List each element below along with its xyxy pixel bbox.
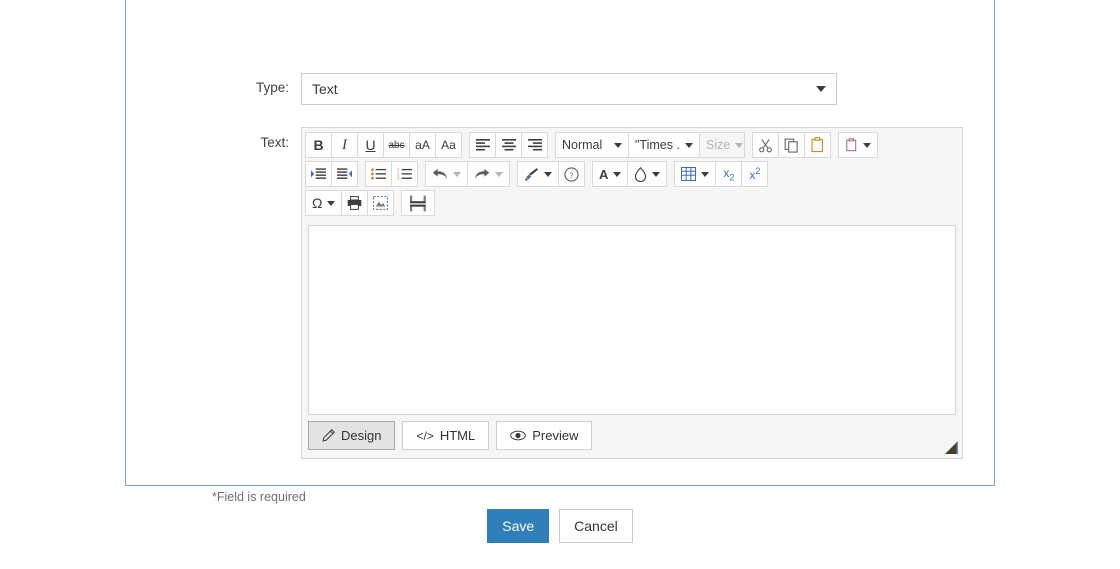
text-editing-area[interactable] — [308, 225, 956, 415]
toolbar-row-2: 123 ? A x2 x2 — [305, 161, 959, 187]
tab-preview[interactable]: Preview — [496, 421, 593, 450]
copy-button[interactable] — [778, 132, 805, 158]
format-painter-button[interactable] — [517, 161, 559, 187]
caret-down-icon — [735, 142, 744, 148]
superscript-button[interactable]: x2 — [741, 161, 769, 187]
caret-down-icon — [613, 171, 622, 177]
clipboard-group — [752, 132, 831, 158]
font-color-button[interactable]: A — [592, 161, 629, 187]
grow-font-button[interactable]: aA — [409, 132, 436, 158]
cut-button[interactable] — [752, 132, 779, 158]
help-button[interactable]: ? — [558, 161, 585, 187]
print-button[interactable] — [341, 190, 369, 216]
undo-button[interactable] — [425, 161, 468, 187]
paste-options-button[interactable] — [838, 132, 878, 158]
bulleted-list-button[interactable] — [365, 161, 392, 187]
caret-down-icon — [453, 171, 461, 177]
color-group: A — [592, 161, 668, 187]
list-group: 123 — [365, 161, 418, 187]
paste-button[interactable] — [804, 132, 831, 158]
add-edit-text-panel: Type: Text Text: B I U abc aA Aa Normal … — [125, 0, 995, 486]
paragraph-format-value: Normal — [562, 138, 603, 152]
align-left-button[interactable] — [469, 132, 496, 158]
highlight-color-button[interactable] — [627, 161, 668, 187]
indent-button[interactable] — [305, 161, 332, 187]
font-family-select[interactable]: "Times ... — [628, 132, 700, 158]
italic-button[interactable]: I — [331, 132, 358, 158]
svg-text:3: 3 — [397, 176, 400, 180]
alignment-group — [469, 132, 548, 158]
page-break-group — [401, 190, 436, 216]
align-right-button[interactable] — [521, 132, 548, 158]
editor-mode-tabs: Design </> HTML Preview — [302, 415, 962, 458]
editor-toolbar: B I U abc aA Aa Normal "Times . Size 1 2… — [302, 128, 962, 221]
type-row: Type: Text — [126, 73, 994, 105]
caret-down-icon — [652, 171, 661, 177]
underline-button[interactable]: U — [357, 132, 384, 158]
panel-body: Type: Text Text: B I U abc aA Aa Normal … — [126, 45, 994, 485]
font-family-value: "Times ... — [635, 138, 680, 152]
rich-text-editor: B I U abc aA Aa Normal "Times . Size 1 2… — [301, 127, 963, 459]
tab-html[interactable]: </> HTML — [402, 421, 490, 450]
tab-design[interactable]: Design — [308, 421, 396, 450]
text-label: Text: — [260, 135, 289, 150]
bold-button[interactable]: B — [305, 132, 332, 158]
subscript-button[interactable]: x2 — [715, 161, 743, 187]
caret-down-icon — [863, 142, 871, 148]
cancel-button[interactable]: Cancel — [559, 509, 633, 543]
shrink-font-button[interactable]: Aa — [435, 132, 462, 158]
svg-text:?: ? — [570, 169, 574, 179]
tab-design-label: Design — [341, 428, 382, 443]
page-break-button[interactable] — [401, 190, 436, 216]
font-group: Normal "Times ... Size — [555, 132, 745, 158]
type-select-value: Text — [312, 81, 338, 97]
numbered-list-button[interactable]: 123 — [391, 161, 418, 187]
resize-grip-icon[interactable] — [944, 441, 958, 455]
strikethrough-button[interactable]: abc — [383, 132, 410, 158]
type-label: Type: — [255, 80, 289, 95]
redo-button[interactable] — [467, 161, 510, 187]
outdent-button[interactable] — [331, 161, 358, 187]
paste-options-group — [838, 132, 878, 158]
history-group — [425, 161, 510, 187]
footer-actions: Save Cancel — [0, 509, 1120, 543]
toolbar-row-1: B I U abc aA Aa Normal "Times . Size — [305, 132, 959, 158]
code-icon: </> — [416, 428, 434, 443]
align-center-button[interactable] — [495, 132, 522, 158]
caret-down-icon — [495, 171, 503, 177]
special-character-button[interactable]: Ω — [305, 190, 343, 216]
insert-table-button[interactable] — [674, 161, 717, 187]
painter-help-group: ? — [517, 161, 585, 187]
image-placeholder-button[interactable] — [367, 190, 395, 216]
required-field-note: *Field is required — [212, 490, 306, 504]
type-select[interactable]: Text — [301, 73, 837, 105]
caret-down-icon — [544, 171, 552, 177]
text-style-group: B I U abc aA Aa — [305, 132, 462, 158]
tab-preview-label: Preview — [532, 428, 579, 443]
caret-down-icon — [685, 142, 693, 148]
text-row: Text: B I U abc aA Aa Normal "Times . Si… — [126, 127, 994, 459]
paragraph-format-select[interactable]: Normal — [555, 132, 629, 158]
font-size-select[interactable]: Size — [699, 132, 745, 158]
caret-down-icon — [327, 200, 336, 206]
font-size-value: Size — [706, 138, 731, 152]
insert-group: Ω — [305, 190, 395, 216]
caret-down-icon — [816, 86, 826, 92]
table-script-group: x2 x2 — [674, 161, 769, 187]
save-button[interactable]: Save — [487, 509, 550, 543]
caret-down-icon — [614, 142, 622, 148]
pencil-icon — [322, 429, 335, 442]
tab-html-label: HTML — [439, 428, 476, 443]
caret-down-icon — [701, 171, 710, 177]
toolbar-row-3: Ω — [305, 190, 959, 216]
eye-icon — [510, 430, 527, 441]
indent-group — [305, 161, 358, 187]
